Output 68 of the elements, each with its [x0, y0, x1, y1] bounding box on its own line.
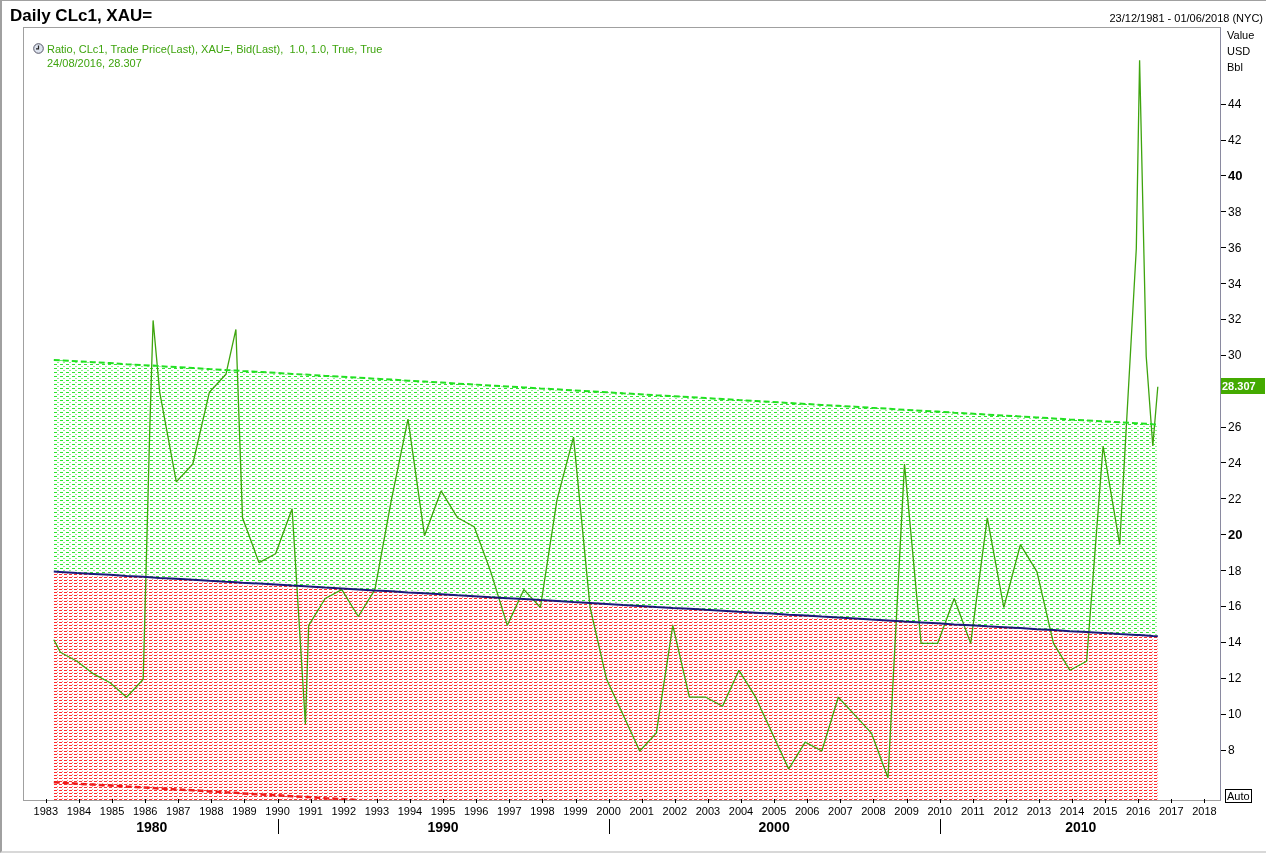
x-axis-label: 2016 [1125, 805, 1152, 817]
y-axis-label: 14 [1228, 635, 1242, 650]
x-axis-label: 2011 [959, 805, 986, 817]
y-axis-label: 16 [1228, 599, 1242, 614]
x-axis-label: 2007 [827, 805, 854, 817]
x-axis-label: 1996 [462, 805, 490, 817]
x-axis-label: 2008 [860, 805, 887, 817]
x-axis-label: 1987 [165, 805, 192, 817]
x-axis-label: 1994 [396, 805, 424, 817]
x-axis-label: 1995 [429, 805, 457, 817]
x-axis-label: 2004 [727, 805, 755, 817]
x-axis-label: 2018 [1191, 805, 1218, 817]
axis-unit-label: USD [1227, 44, 1252, 59]
x-axis-label: 1990 [264, 805, 291, 817]
x-axis-label: 1997 [496, 805, 523, 817]
y-axis-label: 12 [1228, 671, 1242, 686]
x-axis-label: 1985 [98, 805, 126, 817]
date-range: 23/12/1981 - 01/06/2018 (NYC) [1109, 11, 1264, 24]
y-axis-label: 22 [1228, 491, 1242, 506]
legend-last-point: 24/08/2016, 28.307 [47, 56, 143, 70]
y-axis-label: 8 [1228, 743, 1235, 757]
decade-label: 1980 [135, 819, 169, 835]
auto-scale-button[interactable]: Auto [1225, 789, 1252, 803]
x-axis-label: 2012 [992, 805, 1020, 817]
decade-label: 1990 [426, 819, 460, 835]
y-axis-label: 38 [1228, 204, 1242, 219]
y-axis-label: 40 [1228, 168, 1243, 184]
decade-label: 2010 [1064, 819, 1098, 835]
y-axis-label: 30 [1228, 348, 1242, 363]
y-axis-label: 26 [1228, 420, 1242, 435]
x-axis-label: 1992 [330, 805, 357, 817]
decade-label: 2000 [757, 819, 791, 835]
x-axis-label: 2017 [1158, 805, 1185, 817]
y-axis-label: 20 [1228, 527, 1243, 543]
x-axis-label: 1984 [65, 805, 93, 817]
x-axis-label: 2010 [926, 805, 953, 817]
x-axis-label: 1986 [131, 805, 159, 817]
y-axis-label: 32 [1228, 312, 1242, 327]
x-axis-label: 1999 [562, 805, 589, 817]
y-axis-label: 42 [1228, 133, 1242, 147]
x-axis-label: 2009 [893, 805, 920, 817]
y-axis-label: 36 [1228, 240, 1242, 255]
x-axis-label: 2003 [694, 805, 722, 817]
x-axis-label: 1991 [297, 805, 324, 817]
x-axis-label: 2002 [661, 805, 689, 817]
chart-title: Daily CLc1, XAU= [9, 5, 153, 26]
y-axis-label: 24 [1228, 455, 1242, 470]
y-axis-label: 10 [1228, 707, 1242, 722]
x-axis-label: 2014 [1058, 805, 1086, 817]
x-axis-label: 1988 [198, 805, 225, 817]
x-axis-label: 1989 [231, 805, 258, 817]
x-axis-label: 2006 [793, 805, 821, 817]
x-axis-label: 2000 [595, 805, 622, 817]
legend-series-text: Ratio, CLc1, Trade Price(Last), XAU=, Bid(Last), 1.0, 1.0, True, True [47, 42, 383, 56]
x-axis-label: 1998 [529, 805, 556, 817]
y-axis-label: 18 [1228, 563, 1242, 578]
y-axis-label: 34 [1228, 276, 1242, 291]
x-axis-label: 2001 [628, 805, 655, 817]
axis-unit-label: Bbl [1227, 60, 1244, 75]
x-axis-label: 2013 [1025, 805, 1053, 817]
x-axis-label: 1983 [32, 805, 60, 817]
clock-icon[interactable] [33, 43, 44, 54]
y-axis-label: 44 [1228, 97, 1242, 112]
x-axis-label: 1993 [363, 805, 391, 817]
x-axis-label: 2005 [760, 805, 788, 817]
last-price-tag: 28.307 [1221, 377, 1265, 394]
x-axis-label: 2015 [1091, 805, 1119, 817]
axis-unit-label: Value [1227, 28, 1255, 43]
